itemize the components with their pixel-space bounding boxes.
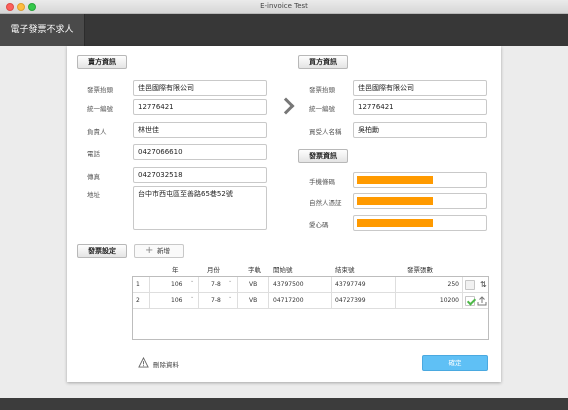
chevron-right-icon: [277, 97, 295, 115]
column-divider: [237, 277, 238, 293]
sort-icon[interactable]: ⇅: [480, 277, 487, 293]
month-select[interactable]: 7-8: [211, 277, 221, 293]
col-header-count: 發票張數: [407, 266, 433, 274]
donation-code-label: 愛心碼: [309, 221, 329, 229]
buyer-name-field[interactable]: 吳柏勳: [353, 122, 487, 138]
seller-address-label: 地址: [87, 191, 100, 199]
delete-data-button[interactable]: 刪除資料: [153, 359, 179, 369]
table-row[interactable]: 2 106 ⌄ 7-8 ⌄ VB 04717200 04727399 10200: [133, 293, 488, 309]
mobile-barcode-field[interactable]: [353, 172, 487, 188]
add-row-button[interactable]: + 新增: [134, 244, 184, 258]
seller-address-field[interactable]: 台中市西屯區至善路65巷52號: [133, 186, 267, 230]
row-index: 1: [136, 281, 140, 288]
chevron-down-icon: ⌄: [190, 278, 195, 284]
buyer-title-label: 發票抬頭: [309, 86, 335, 94]
col-header-end: 結束號: [335, 266, 355, 274]
mobile-barcode-highlight: [357, 176, 433, 184]
column-divider: [331, 293, 332, 309]
seller-title-label: 發票抬頭: [87, 86, 113, 94]
column-divider: [395, 293, 396, 309]
col-header-month: 月份: [207, 266, 220, 274]
seller-info-button[interactable]: 賣方資訊: [77, 55, 127, 69]
citizen-cert-highlight: [357, 197, 433, 205]
column-divider: [395, 277, 396, 293]
year-select[interactable]: 106: [171, 293, 182, 309]
buyer-taxid-label: 統一編號: [309, 105, 335, 113]
end-number-cell[interactable]: 43797749: [335, 277, 366, 293]
window-titlebar: E-invoice Test: [0, 0, 568, 14]
row-checkbox[interactable]: [465, 280, 475, 290]
seller-taxid-label: 統一編號: [87, 105, 113, 113]
invoice-form-card: 賣方資訊 發票抬頭 佳邑國際有限公司 統一編號 12776421 負責人 林世佳…: [67, 46, 501, 382]
row-index: 2: [136, 297, 140, 304]
track-cell[interactable]: VB: [249, 293, 257, 309]
year-select[interactable]: 106: [171, 277, 182, 293]
bottom-bar: [0, 398, 568, 410]
column-divider: [268, 293, 269, 309]
seller-phone-label: 電話: [87, 150, 100, 158]
confirm-button[interactable]: 確定: [422, 355, 488, 371]
invoice-info-button[interactable]: 發票資訊: [298, 149, 348, 163]
nav-tab-einvoice[interactable]: 電子發票不求人: [0, 14, 85, 46]
upload-icon[interactable]: [477, 293, 487, 309]
buyer-title-field[interactable]: 佳邑國際有限公司: [353, 80, 487, 96]
invoice-settings-table: 1 106 ⌄ 7-8 ⌄ VB 43797500 43797749 250 ⇅…: [132, 276, 489, 340]
warning-icon: [138, 357, 149, 368]
column-divider: [268, 277, 269, 293]
column-divider: [149, 277, 150, 293]
col-header-start: 開始號: [273, 266, 293, 274]
invoice-settings-button[interactable]: 發票設定: [77, 244, 127, 258]
seller-title-field[interactable]: 佳邑國際有限公司: [133, 80, 267, 96]
chevron-down-icon: ⌄: [228, 294, 233, 300]
seller-phone-field[interactable]: 0427066610: [133, 144, 267, 160]
month-select[interactable]: 7-8: [211, 293, 221, 309]
column-divider: [331, 277, 332, 293]
seller-owner-field[interactable]: 林世佳: [133, 122, 267, 138]
col-header-year: 年: [172, 266, 179, 274]
seller-taxid-field[interactable]: 12776421: [133, 99, 267, 115]
chevron-down-icon: ⌄: [190, 294, 195, 300]
seller-fax-label: 傳真: [87, 173, 100, 181]
column-divider: [462, 293, 463, 309]
window-title: E-invoice Test: [260, 2, 308, 10]
seller-fax-field[interactable]: 0427032518: [133, 167, 267, 183]
citizen-cert-field[interactable]: [353, 193, 487, 209]
start-number-cell[interactable]: 04717200: [273, 293, 304, 309]
donation-code-highlight: [357, 219, 433, 227]
seller-owner-label: 負責人: [87, 128, 107, 136]
add-row-label: 新增: [157, 247, 170, 255]
invoice-count-cell[interactable]: 10200: [403, 293, 459, 309]
column-divider: [237, 293, 238, 309]
buyer-name-label: 買受人名稱: [309, 128, 342, 136]
citizen-cert-label: 自然人憑証: [309, 199, 342, 207]
nav-bar: 電子發票不求人: [0, 14, 568, 46]
chevron-down-icon: ⌄: [228, 278, 233, 284]
table-row[interactable]: 1 106 ⌄ 7-8 ⌄ VB 43797500 43797749 250 ⇅: [133, 277, 488, 293]
col-header-track: 字軌: [248, 266, 261, 274]
buyer-taxid-field[interactable]: 12776421: [353, 99, 487, 115]
column-divider: [462, 277, 463, 293]
buyer-info-button[interactable]: 買方資訊: [298, 55, 348, 69]
row-checkbox-checked[interactable]: [465, 296, 475, 306]
mobile-barcode-label: 手機條碼: [309, 178, 335, 186]
start-number-cell[interactable]: 43797500: [273, 277, 304, 293]
end-number-cell[interactable]: 04727399: [335, 293, 366, 309]
column-divider: [149, 293, 150, 309]
column-divider: [198, 293, 199, 309]
donation-code-field[interactable]: [353, 215, 487, 231]
column-divider: [198, 277, 199, 293]
invoice-count-cell[interactable]: 250: [403, 277, 459, 293]
plus-icon: +: [145, 245, 154, 256]
track-cell[interactable]: VB: [249, 277, 257, 293]
